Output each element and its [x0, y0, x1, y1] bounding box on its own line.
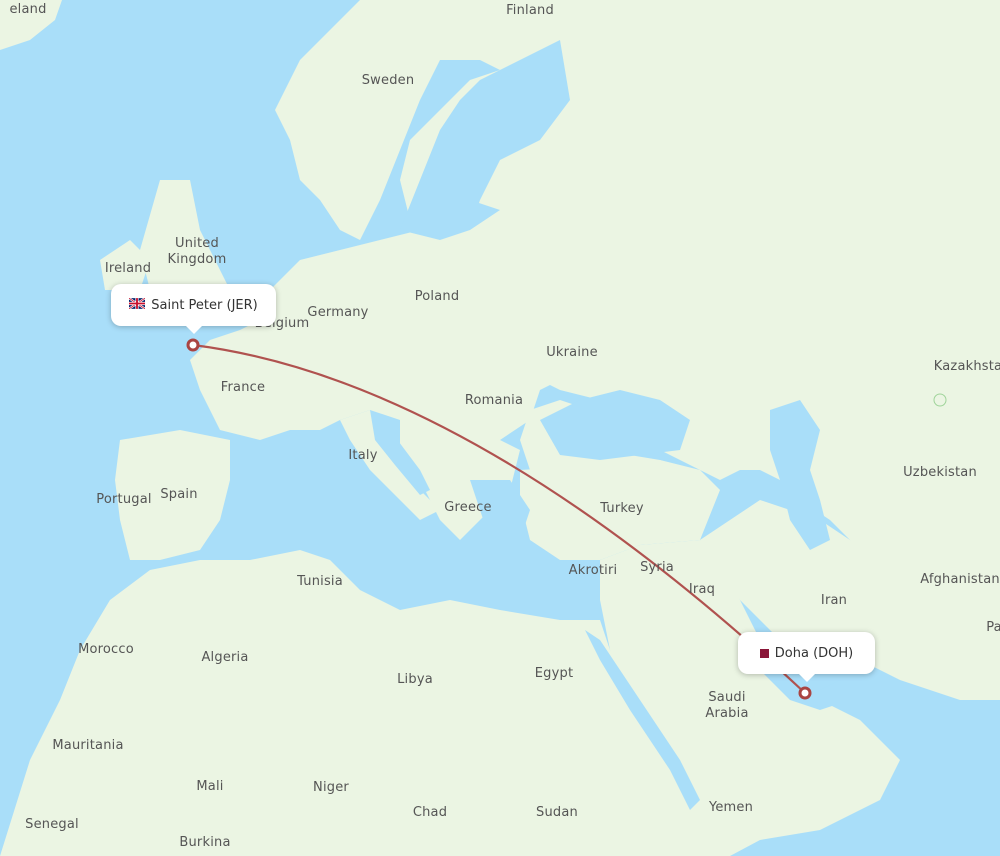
country-label-finland: Finland: [506, 3, 554, 18]
country-label-saudi-arabia: Saudi Arabia: [705, 690, 749, 721]
country-label-mauritania: Mauritania: [52, 738, 124, 753]
qatar-flag-icon: [759, 648, 769, 658]
country-label-germany: Germany: [307, 305, 369, 320]
destination-label: Doha (DOH): [774, 645, 854, 661]
country-label-romania: Romania: [464, 393, 524, 408]
country-label-yemen: Yemen: [708, 800, 754, 815]
uk-flag-icon: [128, 296, 146, 313]
origin-label: Saint Peter (JER): [151, 297, 258, 313]
country-label-iceland: eland: [9, 2, 47, 17]
country-label-sweden: Sweden: [361, 73, 415, 88]
country-label-pakistan: Pa: [986, 620, 1000, 635]
country-label-syria: Syria: [640, 560, 674, 575]
destination-marker[interactable]: [798, 686, 812, 700]
country-label-uzbekistan: Uzbekistan: [903, 465, 977, 480]
country-label-greece: Greece: [444, 500, 492, 515]
country-label-tunisia: Tunisia: [297, 574, 343, 589]
country-label-poland: Poland: [414, 289, 460, 304]
country-label-ukraine: Ukraine: [546, 345, 598, 360]
country-label-france: France: [220, 380, 266, 395]
country-label-senegal: Senegal: [25, 817, 79, 832]
country-label-iran: Iran: [820, 593, 848, 608]
country-label-kazakhstan: Kazakhsta: [933, 359, 1000, 374]
country-label-iraq: Iraq: [688, 582, 716, 597]
country-label-sudan: Sudan: [536, 805, 578, 820]
country-label-algeria: Algeria: [201, 650, 249, 665]
origin-marker[interactable]: [186, 338, 200, 352]
country-label-italy: Italy: [348, 448, 378, 463]
country-label-united-kingdom: United Kingdom: [167, 236, 227, 267]
country-label-spain: Spain: [160, 487, 198, 502]
country-label-turkey: Turkey: [600, 501, 644, 516]
country-label-morocco: Morocco: [78, 642, 134, 657]
country-label-mali: Mali: [196, 779, 224, 794]
origin-popup[interactable]: Saint Peter (JER): [111, 284, 276, 334]
country-label-egypt: Egypt: [534, 666, 574, 681]
country-label-afghanistan: Afghanistan: [920, 572, 1000, 587]
country-label-niger: Niger: [313, 780, 349, 795]
destination-popup[interactable]: Doha (DOH): [738, 632, 875, 682]
country-label-chad: Chad: [412, 805, 448, 820]
country-label-akrotiri: Akrotiri: [568, 563, 618, 578]
country-label-portugal: Portugal: [96, 492, 152, 507]
country-label-burkina-faso: Burkina: [179, 835, 231, 850]
country-label-ireland: Ireland: [104, 261, 152, 276]
map-canvas[interactable]: [0, 0, 1000, 856]
country-label-libya: Libya: [397, 672, 433, 687]
